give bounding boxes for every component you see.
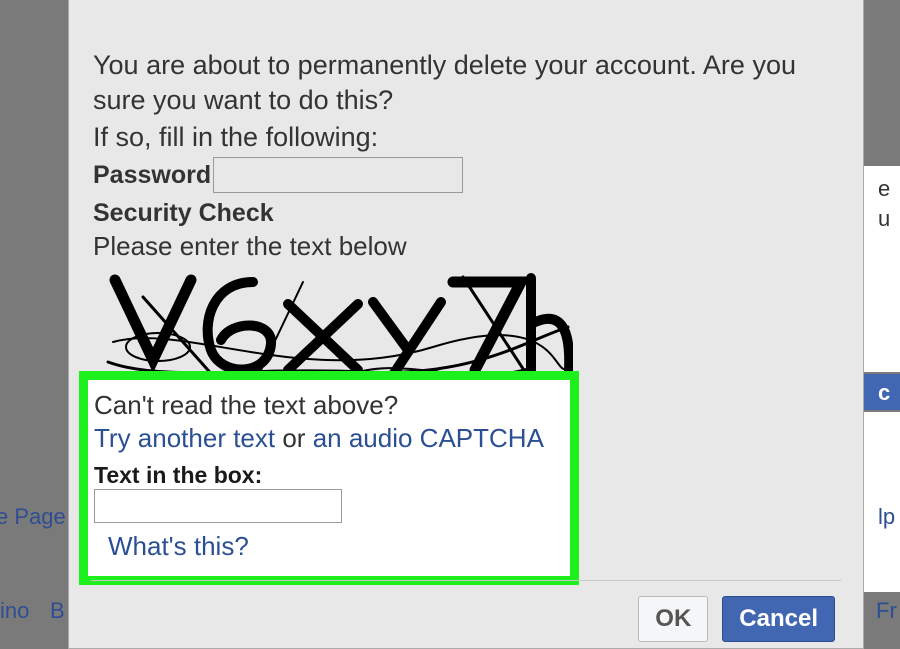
right-text-lp: lp <box>878 504 895 530</box>
dialog-button-row: OK Cancel <box>638 596 835 642</box>
captcha-alt-links: Try another text or an audio CAPTCHA <box>94 423 564 454</box>
security-check-heading: Security Check <box>93 197 839 230</box>
footer-separator <box>91 580 841 581</box>
right-panel-edge <box>864 0 900 649</box>
fill-prompt: If so, fill in the following: <box>93 120 839 155</box>
ok-button[interactable]: OK <box>638 596 708 642</box>
please-enter-text: Please enter the text below <box>93 230 839 264</box>
cant-read-text: Can't read the text above? <box>94 390 564 421</box>
right-text-fr: Fr <box>876 598 897 624</box>
try-another-text-link[interactable]: Try another text <box>94 423 275 453</box>
password-label: Password <box>93 159 211 192</box>
right-text-co: c <box>878 380 890 406</box>
captcha-help-box: Can't read the text above? Try another t… <box>79 371 579 585</box>
bg-link-page[interactable]: e Page <box>0 504 66 530</box>
password-input[interactable] <box>213 157 463 193</box>
dialog-body: You are about to permanently delete your… <box>93 0 839 390</box>
audio-captcha-link[interactable]: an audio CAPTCHA <box>313 423 544 453</box>
captcha-text-input[interactable] <box>94 489 342 523</box>
or-text: or <box>275 423 313 453</box>
right-stripe-2 <box>864 412 900 592</box>
right-text-et: e <box>878 176 890 202</box>
cancel-button[interactable]: Cancel <box>722 596 835 642</box>
warning-text: You are about to permanently delete your… <box>93 48 839 118</box>
password-row: Password <box>93 157 839 193</box>
delete-account-dialog: You are about to permanently delete your… <box>68 0 864 649</box>
right-text-bu: u <box>878 206 890 232</box>
bg-link-b[interactable]: B <box>50 598 65 624</box>
whats-this-link[interactable]: What's this? <box>108 531 249 562</box>
bg-link-ino[interactable]: ino <box>0 598 29 624</box>
text-in-box-label: Text in the box: <box>94 462 564 489</box>
